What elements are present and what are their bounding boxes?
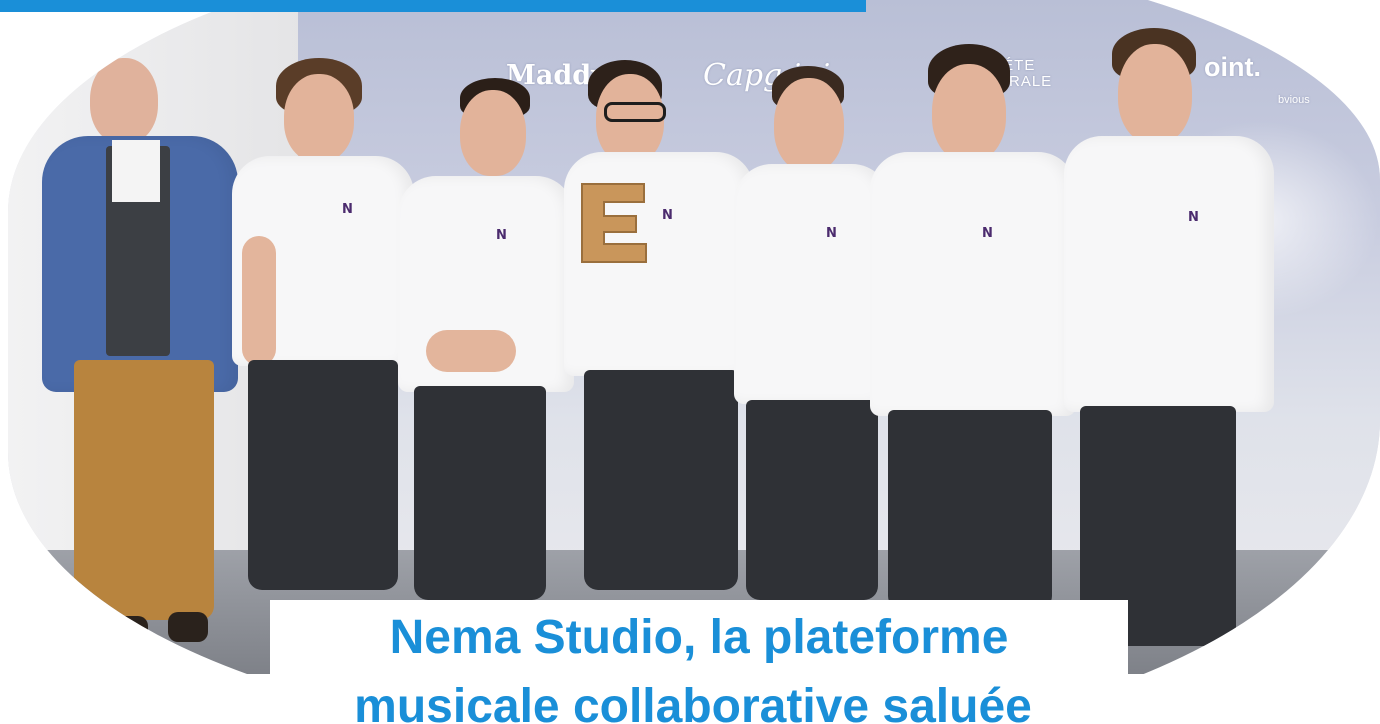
shirt-logo-icon: N — [342, 202, 353, 217]
head — [774, 78, 844, 172]
shirt-logo-icon: N — [1188, 210, 1199, 225]
jeans — [584, 370, 738, 590]
sponsor-logo-obvious: bvious — [1278, 94, 1310, 106]
head — [284, 74, 354, 162]
trophy-icon — [581, 183, 647, 263]
shoe — [92, 616, 148, 644]
headline-line-2: musicale collaborative saluée — [354, 680, 1032, 724]
arm-crossed — [426, 330, 516, 372]
shirt — [112, 140, 160, 202]
headline-line-1-box: Nema Studio, la plateforme — [270, 600, 1128, 676]
page: Maddy ss Capg ini IÉTE ÉRALE oint. bviou… — [0, 0, 1380, 724]
jeans — [414, 386, 546, 600]
top-banner — [0, 0, 866, 12]
head — [932, 64, 1006, 162]
jeans — [746, 400, 878, 600]
jeans — [248, 360, 398, 590]
jeans — [888, 410, 1052, 610]
arm — [242, 236, 276, 366]
head — [460, 90, 526, 176]
shirt-logo-icon: N — [826, 226, 837, 241]
shoe — [168, 612, 208, 642]
t-shirt — [870, 152, 1076, 416]
head — [1118, 44, 1192, 144]
t-shirt — [1064, 136, 1274, 412]
headline-line-1: Nema Studio, la plateforme — [389, 611, 1009, 664]
headline-line-2-box: musicale collaborative saluée — [232, 674, 1154, 724]
shirt-logo-icon: N — [496, 228, 507, 243]
sponsor-logo-point: oint. — [1204, 52, 1261, 82]
trousers — [74, 360, 214, 620]
shirt-logo-icon: N — [662, 208, 673, 223]
glasses-icon — [604, 102, 666, 122]
head — [90, 58, 158, 144]
shirt-logo-icon: N — [982, 226, 993, 241]
t-shirt — [734, 164, 890, 404]
